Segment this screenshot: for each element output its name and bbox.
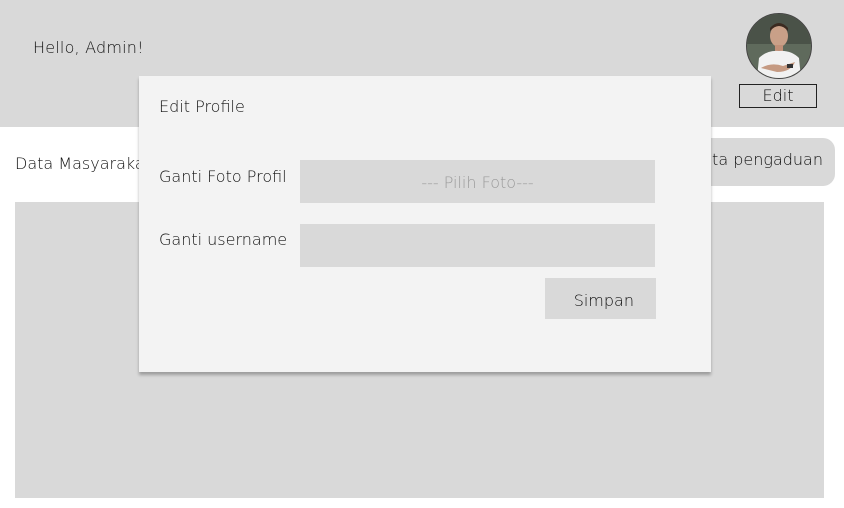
photo-picker-field[interactable]: --- Pilih Foto--- xyxy=(300,160,655,203)
edit-profile-button[interactable]: Edit xyxy=(739,84,817,108)
section-label: Data Masyarakat xyxy=(15,154,151,173)
greeting-text: Hello, Admin! xyxy=(33,38,144,57)
photo-field-label: Ganti Foto Profil xyxy=(159,167,287,186)
save-button[interactable]: Simpan xyxy=(545,278,656,319)
username-input[interactable] xyxy=(300,224,655,267)
modal-title: Edit Profile xyxy=(159,97,245,116)
edit-profile-modal: Edit Profile Ganti Foto Profil --- Pilih… xyxy=(139,76,711,372)
username-field-label: Ganti username xyxy=(159,230,288,249)
user-avatar-icon xyxy=(747,14,811,78)
profile-avatar[interactable] xyxy=(746,13,812,79)
